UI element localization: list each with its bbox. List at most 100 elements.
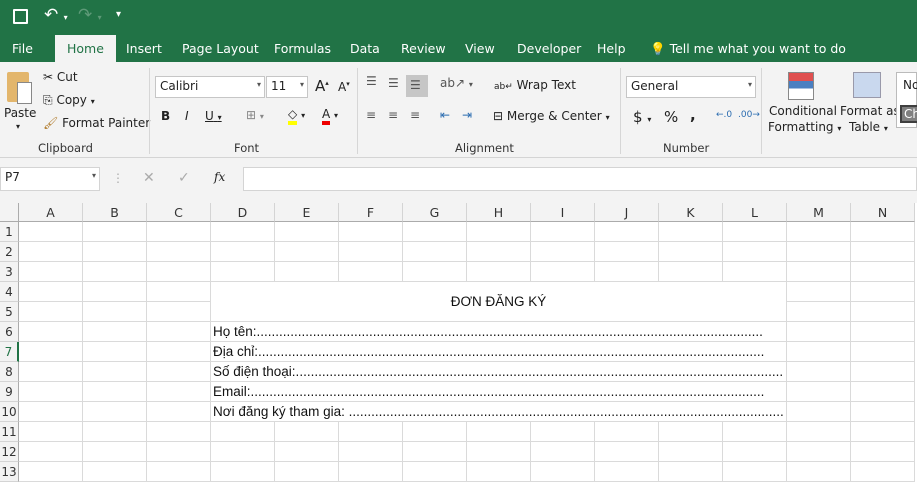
- cell-M5[interactable]: [787, 302, 851, 322]
- style-normal[interactable]: No: [903, 78, 917, 92]
- row-header-7[interactable]: 7: [0, 342, 19, 362]
- cell-B5[interactable]: [83, 302, 147, 322]
- cell-B3[interactable]: [83, 262, 147, 282]
- row-header-9[interactable]: 9: [0, 382, 19, 402]
- cell-A13[interactable]: [19, 462, 83, 482]
- align-top-icon[interactable]: ☰: [366, 74, 377, 88]
- cell-G2[interactable]: [403, 242, 467, 262]
- cell-M8[interactable]: [787, 362, 851, 382]
- cell-G12[interactable]: [403, 442, 467, 462]
- cell-B9[interactable]: [83, 382, 147, 402]
- cell-A4[interactable]: [19, 282, 83, 302]
- cell-L11[interactable]: [723, 422, 787, 442]
- cell-H2[interactable]: [467, 242, 531, 262]
- column-header-H[interactable]: H: [467, 203, 531, 222]
- row-header-13[interactable]: 13: [0, 462, 19, 482]
- cell-C3[interactable]: [147, 262, 211, 282]
- cell-M3[interactable]: [787, 262, 851, 282]
- cell-C8[interactable]: [147, 362, 211, 382]
- cell-N8[interactable]: [851, 362, 915, 382]
- cell-A11[interactable]: [19, 422, 83, 442]
- column-header-G[interactable]: G: [403, 203, 467, 222]
- cell-E11[interactable]: [275, 422, 339, 442]
- cell-N6[interactable]: [851, 322, 915, 342]
- cell-N4[interactable]: [851, 282, 915, 302]
- cell-M6[interactable]: [787, 322, 851, 342]
- cell-M10[interactable]: [787, 402, 851, 422]
- cell-I12[interactable]: [531, 442, 595, 462]
- cell-E13[interactable]: [275, 462, 339, 482]
- format-as-table-button[interactable]: Format as Table ▾: [839, 70, 900, 136]
- cell-J12[interactable]: [595, 442, 659, 462]
- row-header-11[interactable]: 11: [0, 422, 19, 442]
- cell-B7[interactable]: [83, 342, 147, 362]
- align-left-icon[interactable]: ≡: [366, 108, 376, 122]
- cell-K13[interactable]: [659, 462, 723, 482]
- align-bottom-icon[interactable]: ☰: [406, 75, 428, 97]
- underline-button[interactable]: U ▾: [205, 109, 222, 123]
- column-header-N[interactable]: N: [851, 203, 915, 222]
- column-header-M[interactable]: M: [787, 203, 851, 222]
- merged-title-cell[interactable]: ĐƠN ĐĂNG KÝ: [211, 282, 787, 322]
- tab-help[interactable]: Help: [597, 41, 626, 56]
- row-header-5[interactable]: 5: [0, 302, 19, 322]
- row-header-8[interactable]: 8: [0, 362, 19, 382]
- column-header-F[interactable]: F: [339, 203, 403, 222]
- column-header-J[interactable]: J: [595, 203, 659, 222]
- cell-N9[interactable]: [851, 382, 915, 402]
- tab-insert[interactable]: Insert: [126, 41, 162, 56]
- currency-button[interactable]: $ ▾: [633, 108, 651, 126]
- cell-D2[interactable]: [211, 242, 275, 262]
- increase-font-icon[interactable]: A▴: [315, 77, 329, 95]
- cell-N1[interactable]: [851, 222, 915, 242]
- cell-B11[interactable]: [83, 422, 147, 442]
- cell-D13[interactable]: [211, 462, 275, 482]
- percent-button[interactable]: %: [664, 108, 678, 126]
- tab-view[interactable]: View: [465, 41, 495, 56]
- align-middle-icon[interactable]: ☰: [388, 76, 399, 90]
- cell-I1[interactable]: [531, 222, 595, 242]
- cell-G1[interactable]: [403, 222, 467, 242]
- spreadsheet-grid[interactable]: ABCDEFGHIJKLMN 1 2 3 4 5 6 7 8 9 10 11 12 13 ĐƠN ĐĂN…: [0, 203, 917, 486]
- row-header-12[interactable]: 12: [0, 442, 19, 462]
- cell-F2[interactable]: [339, 242, 403, 262]
- cell-C13[interactable]: [147, 462, 211, 482]
- cell-F11[interactable]: [339, 422, 403, 442]
- cell-C6[interactable]: [147, 322, 211, 342]
- number-format-dropdown[interactable]: General ▾: [626, 76, 756, 98]
- align-center-icon[interactable]: ≡: [388, 108, 398, 122]
- cell-G3[interactable]: [403, 262, 467, 282]
- cell-B6[interactable]: [83, 322, 147, 342]
- row-header-10[interactable]: 10: [0, 402, 19, 422]
- row-header-2[interactable]: 2: [0, 242, 19, 262]
- font-size-dropdown[interactable]: 11 ▾: [266, 76, 308, 98]
- cell-M4[interactable]: [787, 282, 851, 302]
- cell-N11[interactable]: [851, 422, 915, 442]
- insert-function-button[interactable]: fx: [214, 170, 225, 184]
- cell-C11[interactable]: [147, 422, 211, 442]
- cell-L13[interactable]: [723, 462, 787, 482]
- paste-button[interactable]: Paste ▾: [4, 70, 36, 136]
- undo-icon[interactable]: ↶ ▾: [44, 5, 68, 25]
- cell-M9[interactable]: [787, 382, 851, 402]
- font-name-dropdown[interactable]: Calibri ▾: [155, 76, 265, 98]
- increase-decimal-icon[interactable]: ←.0: [716, 110, 732, 120]
- cell-C5[interactable]: [147, 302, 211, 322]
- borders-icon[interactable]: ⊞ ▾: [246, 108, 264, 122]
- cell-I11[interactable]: [531, 422, 595, 442]
- cut-button[interactable]: ✂ Cut: [43, 70, 78, 84]
- cell-A6[interactable]: [19, 322, 83, 342]
- cell-L1[interactable]: [723, 222, 787, 242]
- cell-C4[interactable]: [147, 282, 211, 302]
- cell-E12[interactable]: [275, 442, 339, 462]
- tab-page-layout[interactable]: Page Layout: [182, 41, 259, 56]
- cell-K3[interactable]: [659, 262, 723, 282]
- cell-B13[interactable]: [83, 462, 147, 482]
- cell-D12[interactable]: [211, 442, 275, 462]
- decrease-indent-icon[interactable]: ⇤: [440, 108, 450, 122]
- cell-C1[interactable]: [147, 222, 211, 242]
- cell-K2[interactable]: [659, 242, 723, 262]
- column-header-C[interactable]: C: [147, 203, 211, 222]
- cell-K11[interactable]: [659, 422, 723, 442]
- formula-input[interactable]: [243, 167, 917, 191]
